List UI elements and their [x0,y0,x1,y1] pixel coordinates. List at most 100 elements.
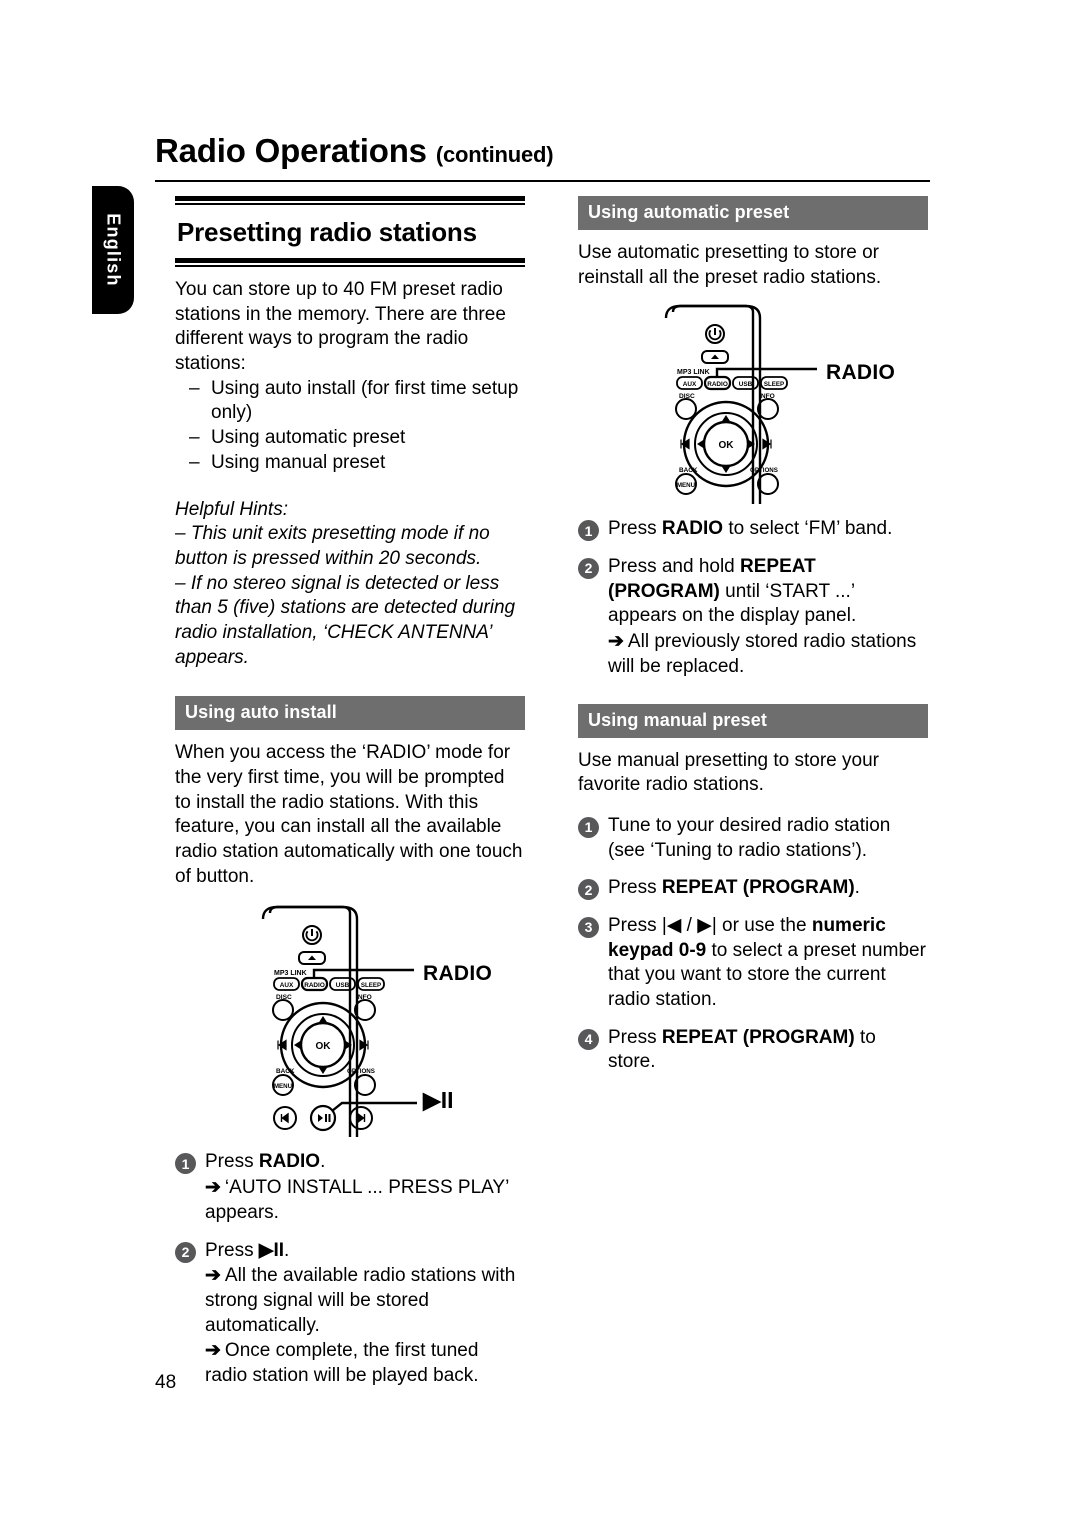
remote-control-diagram: MP3 LINK AUX RADIO USB SLEEP DISC INFO O… [261,906,417,1138]
step-text-bold: RADIO [661,518,724,540]
subsection-bar-manual-preset: Using manual preset [578,703,928,738]
section-rule-top-thick [175,196,525,201]
step-text: Press and hold REPEAT (PROGRAM) until ‘S… [608,555,928,679]
step-text: Tune to your desired radio station (see … [608,814,928,863]
hints-heading: Helpful Hints: [175,498,288,520]
step-text-pre: Press and hold [608,556,741,578]
step-subnote-text: All the available radio stations with st… [205,1265,516,1336]
svg-text:BACK: BACK [276,1068,295,1075]
svg-text:OK: OK [719,440,735,451]
step-text: Press REPEAT (PROGRAM) to store. [608,1026,928,1075]
page-header: Radio Operations (continued) [155,132,930,169]
list-item-label: Using manual preset [211,451,386,473]
step-subnote: ➔ All previously stored radio stations wi… [608,630,928,679]
remote-illustration-auto-install: MP3 LINK AUX RADIO USB SLEEP DISC INFO O… [175,905,525,1138]
step-text-pre: Press [608,518,662,540]
step-item: 2 Press and hold REPEAT (PROGRAM) until … [578,555,928,679]
step-number: 2 [175,1241,196,1263]
svg-text:OPTIONS: OPTIONS [750,467,778,474]
svg-text:USB: USB [336,982,350,989]
section-rule-bottom-thin [175,265,525,267]
page-title: Radio Operations (continued) [155,132,930,169]
helpful-hints: Helpful Hints: – This unit exits presett… [175,498,525,671]
svg-text:USB: USB [739,381,753,388]
dash-marker: – [189,451,200,473]
list-item-label: Using auto install (for first time setup… [211,377,519,424]
page-title-continued: (continued) [435,142,554,167]
step-text-pre: Press |◀ / ▶| or use the [608,914,812,936]
svg-text:OPTIONS: OPTIONS [347,1068,375,1075]
intro-paragraph: You can store up to 40 FM preset radio s… [175,279,506,375]
step-item: 4 Press REPEAT (PROGRAM) to store. [578,1026,928,1075]
step-text-bold: RADIO [258,1151,321,1173]
step-item: 1 Tune to your desired radio station (se… [578,814,928,863]
svg-text:RADIO: RADIO [304,982,325,989]
arrow-icon: ➔ [205,1340,221,1362]
manual-preset-body: Use manual presetting to store your favo… [578,749,879,796]
dash-marker: – [189,427,200,449]
svg-text:MP3 LINK: MP3 LINK [274,970,307,977]
step-text-post: . [854,877,860,899]
arrow-icon: ➔ [205,1265,221,1287]
step-item: 1 Press RADIO. ➔ ‘AUTO INSTALL ... PRESS … [175,1150,525,1225]
left-column: Presetting radio stations You can store … [175,196,525,1389]
subsection-bar-auto-install: Using auto install [175,696,525,731]
automatic-preset-steps: 1 Press RADIO to select ‘FM’ band. 2 Pre… [578,517,928,679]
auto-install-steps: 1 Press RADIO. ➔ ‘AUTO INSTALL ... PRESS … [175,1150,525,1388]
page-title-main: Radio Operations [155,132,427,169]
step-number: 1 [578,520,599,542]
svg-text:MENU: MENU [274,1083,293,1090]
list-item: – Using manual preset [175,451,525,476]
svg-text:AUX: AUX [280,982,294,989]
step-text-pre: Press [608,1026,662,1048]
list-item: – Using auto install (for first time set… [175,377,525,426]
language-tab: English [92,186,134,314]
right-column: Using automatic preset Use automatic pre… [578,196,928,1075]
svg-text:SLEEP: SLEEP [361,982,381,989]
step-text-pre: Tune to your desired radio station (see … [608,814,891,861]
step-subnote: ➔ Once complete, the first tuned radio st… [205,1339,525,1388]
step-text-pre: Press [205,1151,259,1173]
step-subnote-text: Once complete, the first tuned radio sta… [205,1340,479,1386]
hint-line: – This unit exits presetting mode if no … [175,523,490,569]
step-subnote-text: All previously stored radio stations wil… [608,631,917,677]
header-divider [155,180,930,182]
step-text-bold: REPEAT (PROGRAM) [661,1026,855,1048]
step-number: 1 [578,816,599,838]
step-number: 3 [578,916,599,938]
dash-marker: – [189,377,200,399]
step-number: 4 [578,1028,599,1050]
manual-preset-steps: 1 Tune to your desired radio station (se… [578,814,928,1075]
step-text-post: . [284,1239,290,1261]
svg-text:RADIO: RADIO [707,381,728,388]
list-item: – Using automatic preset [175,426,525,451]
remote-control-diagram: MP3 LINK AUX RADIO USB SLEEP DISC INFO O… [664,305,817,505]
step-subnote: ➔ ‘AUTO INSTALL ... PRESS PLAY’ appears. [205,1176,525,1225]
step-number: 2 [578,558,599,580]
list-item-label: Using automatic preset [211,427,406,449]
arrow-icon: ➔ [205,1177,221,1199]
step-text-pre: Press [608,877,662,899]
callout-radio-label: RADIO [826,361,896,385]
auto-install-body: When you access the ‘RADIO’ mode for the… [175,742,523,887]
automatic-preset-body: Use automatic presetting to store or rei… [578,242,882,288]
step-text: Press REPEAT (PROGRAM). [608,876,928,901]
svg-text:OK: OK [316,1041,332,1052]
step-text: Press ▶II. ➔ All the available radio stat… [205,1239,525,1389]
step-text-bold: ▶II [258,1239,285,1261]
remote-illustration-automatic-preset: MP3 LINK AUX RADIO USB SLEEP DISC INFO O… [578,304,928,505]
step-number: 2 [578,879,599,901]
step-text: Press RADIO to select ‘FM’ band. [608,517,928,542]
svg-text:SLEEP: SLEEP [764,381,784,388]
step-subnote-text: ‘AUTO INSTALL ... PRESS PLAY’ appears. [205,1177,509,1223]
step-number: 1 [175,1153,196,1175]
page-number: 48 [155,1372,177,1393]
svg-text:MP3 LINK: MP3 LINK [677,369,710,376]
step-text: Press |◀ / ▶| or use the numeric keypad … [608,914,928,1013]
language-tab-label: English [103,213,124,287]
svg-text:MENU: MENU [677,482,696,489]
subsection-bar-automatic-preset: Using automatic preset [578,196,928,230]
manual-page: English Radio Operations (continued) Pre… [0,0,1080,1524]
step-text-post: . [320,1151,326,1173]
callout-radio-label: RADIO [423,962,493,986]
